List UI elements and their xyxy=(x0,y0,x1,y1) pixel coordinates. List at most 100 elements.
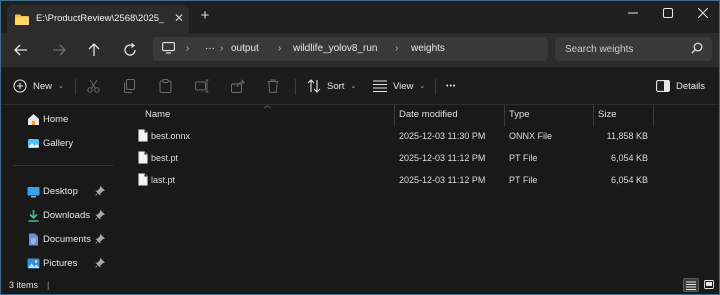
copy-button[interactable] xyxy=(123,77,136,95)
sidebar-divider xyxy=(13,165,113,166)
table-row[interactable]: best.pt 2025-12-03 11:12 PM PT File 6,05… xyxy=(131,148,711,168)
pin-icon[interactable] xyxy=(95,234,105,244)
new-tab-button[interactable]: + xyxy=(197,8,213,24)
minimize-button[interactable] xyxy=(623,4,643,22)
delete-button[interactable] xyxy=(267,77,279,95)
chevron-right-icon: › xyxy=(395,43,399,54)
file-date: 2025-12-03 11:12 PM xyxy=(399,153,486,163)
home-icon xyxy=(28,114,39,125)
pin-icon[interactable] xyxy=(95,258,105,268)
sidebar-item-home[interactable]: Home xyxy=(1,110,115,130)
column-header-name[interactable]: Name xyxy=(145,105,393,125)
column-header-size[interactable]: Size xyxy=(598,105,654,125)
tab-title: E:\ProductReview\2568\2025_ xyxy=(36,13,164,24)
this-pc-icon xyxy=(162,42,175,54)
pictures-icon xyxy=(27,258,40,269)
pin-icon[interactable] xyxy=(95,210,105,220)
column-header-type[interactable]: Type xyxy=(509,105,593,125)
maximize-button[interactable] xyxy=(658,4,678,22)
rename-button[interactable] xyxy=(195,77,209,95)
tab-current[interactable]: E:\ProductReview\2568\2025_ ✕ xyxy=(7,5,189,33)
chevron-right-icon: › xyxy=(278,43,282,54)
pin-icon[interactable] xyxy=(95,186,105,196)
column-divider[interactable] xyxy=(653,105,654,127)
new-label: New xyxy=(33,80,53,92)
file-size: 6,054 KB xyxy=(610,153,648,163)
view-icon xyxy=(373,80,387,92)
share-button[interactable] xyxy=(231,77,245,95)
column-header-label: Type xyxy=(509,109,530,120)
breadcrumb-output[interactable]: output xyxy=(231,43,259,54)
arrow-right-icon xyxy=(53,44,66,56)
search-box[interactable] xyxy=(555,37,712,61)
more-options-button[interactable]: ••• xyxy=(446,77,456,95)
up-button[interactable] xyxy=(84,40,104,60)
column-divider[interactable] xyxy=(593,105,594,127)
folder-icon xyxy=(15,14,29,25)
table-row[interactable]: last.pt 2025-12-03 11:12 PM PT File 6,05… xyxy=(131,170,711,190)
file-list: ︿ Name Date modified Type Size best.onnx… xyxy=(121,102,719,277)
navigation-bar: › ··· › output › wildlife_yolov8_run › w… xyxy=(1,33,719,67)
details-pane-button[interactable]: Details xyxy=(656,77,705,95)
command-bar: New ⌄ Sort ⌄ View ⌄ ••• Details xyxy=(1,67,719,105)
divider xyxy=(435,79,436,95)
cut-button[interactable] xyxy=(87,77,100,95)
divider xyxy=(75,79,76,95)
tab-close-icon[interactable]: ✕ xyxy=(172,11,186,25)
new-button[interactable]: New ⌄ xyxy=(13,77,64,95)
chevron-down-icon: ⌄ xyxy=(350,83,357,90)
status-bar: 3 items | xyxy=(1,277,719,294)
downloads-icon xyxy=(28,210,39,222)
column-header-date[interactable]: Date modified xyxy=(399,105,505,125)
minimize-icon xyxy=(628,12,638,14)
file-icon xyxy=(138,173,148,186)
close-icon xyxy=(698,8,708,18)
plus-circle-icon xyxy=(13,79,27,93)
details-view-icon xyxy=(686,281,696,290)
paste-icon xyxy=(159,79,172,93)
paste-button[interactable] xyxy=(159,77,172,95)
sidebar-item-gallery[interactable]: Gallery xyxy=(1,134,115,154)
sidebar-item-pictures[interactable]: Pictures xyxy=(1,254,115,274)
sidebar-item-downloads[interactable]: Downloads xyxy=(1,206,115,226)
file-type: PT File xyxy=(509,153,538,163)
table-row[interactable]: best.onnx 2025-12-03 11:30 PM ONNX File … xyxy=(131,126,711,146)
details-view-button[interactable] xyxy=(683,278,699,292)
view-button[interactable]: View ⌄ xyxy=(373,77,425,95)
back-button[interactable] xyxy=(11,40,31,60)
sidebar-item-label: Pictures xyxy=(43,258,78,269)
gallery-icon xyxy=(28,139,39,148)
cut-icon xyxy=(87,79,100,93)
column-divider[interactable] xyxy=(394,105,395,127)
details-pane-icon xyxy=(656,80,670,92)
item-count: 3 items xyxy=(9,280,39,290)
status-separator: | xyxy=(47,280,50,290)
breadcrumb-wildlife-yolov8-run[interactable]: wildlife_yolov8_run xyxy=(293,43,378,54)
breadcrumb-weights[interactable]: weights xyxy=(411,43,445,54)
forward-button[interactable] xyxy=(49,40,69,60)
file-icon xyxy=(138,129,148,142)
chevron-right-icon: › xyxy=(186,43,190,54)
file-explorer-window: E:\ProductReview\2568\2025_ ✕ + › ··· › … xyxy=(0,0,720,295)
address-bar[interactable]: › ··· › output › wildlife_yolov8_run › w… xyxy=(153,37,548,61)
search-icon[interactable] xyxy=(691,42,703,54)
maximize-icon xyxy=(663,8,673,18)
column-divider[interactable] xyxy=(504,105,505,127)
arrow-left-icon xyxy=(14,44,27,56)
sidebar-item-documents[interactable]: Documents xyxy=(1,230,115,250)
arrow-up-icon xyxy=(88,43,100,56)
search-input[interactable] xyxy=(565,42,685,56)
file-name: last.pt xyxy=(151,175,176,185)
close-window-button[interactable] xyxy=(693,4,713,22)
refresh-button[interactable] xyxy=(120,40,140,60)
sort-label: Sort xyxy=(327,80,345,92)
sidebar-item-desktop[interactable]: Desktop xyxy=(1,182,115,202)
thumbnail-view-button[interactable] xyxy=(701,278,717,292)
thumbnail-view-icon xyxy=(704,280,714,289)
share-icon xyxy=(231,79,245,93)
desktop-icon xyxy=(27,187,40,198)
sort-button[interactable]: Sort ⌄ xyxy=(307,77,356,95)
sidebar-item-label: Documents xyxy=(43,234,92,245)
sidebar-item-label: Downloads xyxy=(43,210,90,221)
breadcrumb-overflow[interactable]: ··· xyxy=(205,43,215,54)
